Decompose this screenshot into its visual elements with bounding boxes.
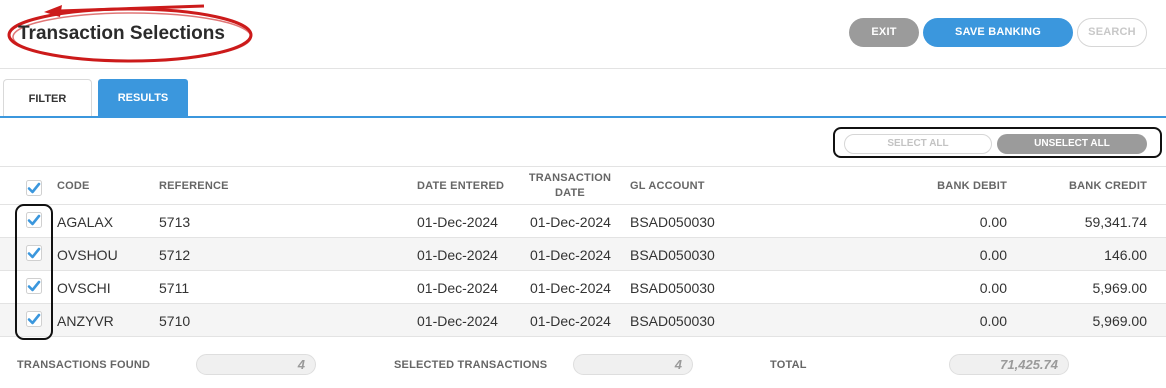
total-label: TOTAL	[770, 359, 807, 371]
column-header-transaction-date-line1: TRANSACTION	[528, 172, 612, 184]
tab-filter[interactable]: FILTER	[3, 79, 92, 116]
cell-reference: 5711	[159, 280, 190, 296]
cell-gl-account: BSAD050030	[630, 247, 715, 263]
cell-code: ANZYVR	[57, 313, 114, 329]
cell-bank-credit: 59,341.74	[1084, 214, 1147, 230]
transactions-found-value: 4	[196, 354, 316, 375]
column-header-date-entered: DATE ENTERED	[417, 180, 505, 192]
selected-transactions-value: 4	[573, 354, 693, 375]
cell-code: OVSHOU	[57, 247, 118, 263]
column-header-transaction-date-line2: DATE	[555, 187, 585, 199]
cell-bank-debit: 0.00	[979, 247, 1007, 263]
cell-gl-account: BSAD050030	[630, 214, 715, 230]
cell-transaction-date: 01-Dec-2024	[530, 280, 611, 296]
exit-button[interactable]: EXIT	[849, 18, 919, 47]
header-bar: Transaction Selections EXIT SAVE BANKING…	[0, 0, 1166, 69]
transactions-found-label: TRANSACTIONS FOUND	[17, 359, 151, 371]
tab-bar: FILTER RESULTS	[0, 79, 1166, 118]
cell-reference: 5713	[159, 214, 191, 230]
column-header-code: CODE	[57, 180, 90, 192]
cell-gl-account: BSAD050030	[630, 313, 715, 329]
cell-date-entered: 01-Dec-2024	[417, 247, 498, 263]
checkmark-icon	[26, 180, 42, 196]
cell-bank-credit: 146.00	[1104, 247, 1147, 263]
table-header: CODE REFERENCE DATE ENTERED TRANSACTION …	[0, 166, 1166, 205]
cell-date-entered: 01-Dec-2024	[417, 214, 498, 230]
selected-transactions-label: SELECTED TRANSACTIONS	[394, 359, 548, 371]
tab-results[interactable]: RESULTS	[98, 79, 188, 116]
cell-bank-credit: 5,969.00	[1092, 313, 1148, 329]
cell-bank-debit: 0.00	[979, 313, 1007, 329]
save-banking-button[interactable]: SAVE BANKING	[923, 18, 1073, 47]
cell-transaction-date: 01-Dec-2024	[530, 313, 611, 329]
select-all-button[interactable]: SELECT ALL	[844, 134, 992, 154]
column-header-bank-credit: BANK CREDIT	[1069, 180, 1147, 192]
table-row[interactable]: OVSHOU 5712 01-Dec-2024 01-Dec-2024 BSAD…	[0, 238, 1166, 271]
cell-bank-debit: 0.00	[979, 280, 1007, 296]
cell-reference: 5710	[159, 313, 191, 329]
column-header-transaction-date: TRANSACTION DATE	[520, 171, 620, 201]
cell-bank-debit: 0.00	[979, 214, 1007, 230]
cell-transaction-date: 01-Dec-2024	[530, 214, 611, 230]
table-row[interactable]: AGALAX 5713 01-Dec-2024 01-Dec-2024 BSAD…	[0, 205, 1166, 238]
table-row[interactable]: OVSCHI 5711 01-Dec-2024 01-Dec-2024 BSAD…	[0, 271, 1166, 304]
checkbox-annotation-outline	[15, 204, 53, 340]
select-all-checkbox[interactable]	[26, 180, 42, 196]
unselect-all-button[interactable]: UNSELECT ALL	[997, 134, 1147, 154]
cell-date-entered: 01-Dec-2024	[417, 313, 498, 329]
title-annotation: Transaction Selections	[4, 2, 256, 64]
cell-bank-credit: 5,969.00	[1092, 280, 1148, 296]
cell-transaction-date: 01-Dec-2024	[530, 247, 611, 263]
table-row[interactable]: ANZYVR 5710 01-Dec-2024 01-Dec-2024 BSAD…	[0, 304, 1166, 337]
column-header-gl-account: GL ACCOUNT	[630, 180, 705, 192]
selection-toggle-group: SELECT ALL UNSELECT ALL	[833, 127, 1162, 158]
column-header-reference: REFERENCE	[159, 180, 229, 192]
total-value: 71,425.74	[949, 354, 1069, 375]
cell-gl-account: BSAD050030	[630, 280, 715, 296]
cell-reference: 5712	[159, 247, 191, 263]
page-title: Transaction Selections	[18, 23, 225, 44]
cell-date-entered: 01-Dec-2024	[417, 280, 498, 296]
column-header-bank-debit: BANK DEBIT	[937, 180, 1007, 192]
search-button[interactable]: SEARCH	[1077, 18, 1147, 47]
cell-code: AGALAX	[57, 214, 114, 230]
cell-code: OVSCHI	[57, 280, 111, 296]
